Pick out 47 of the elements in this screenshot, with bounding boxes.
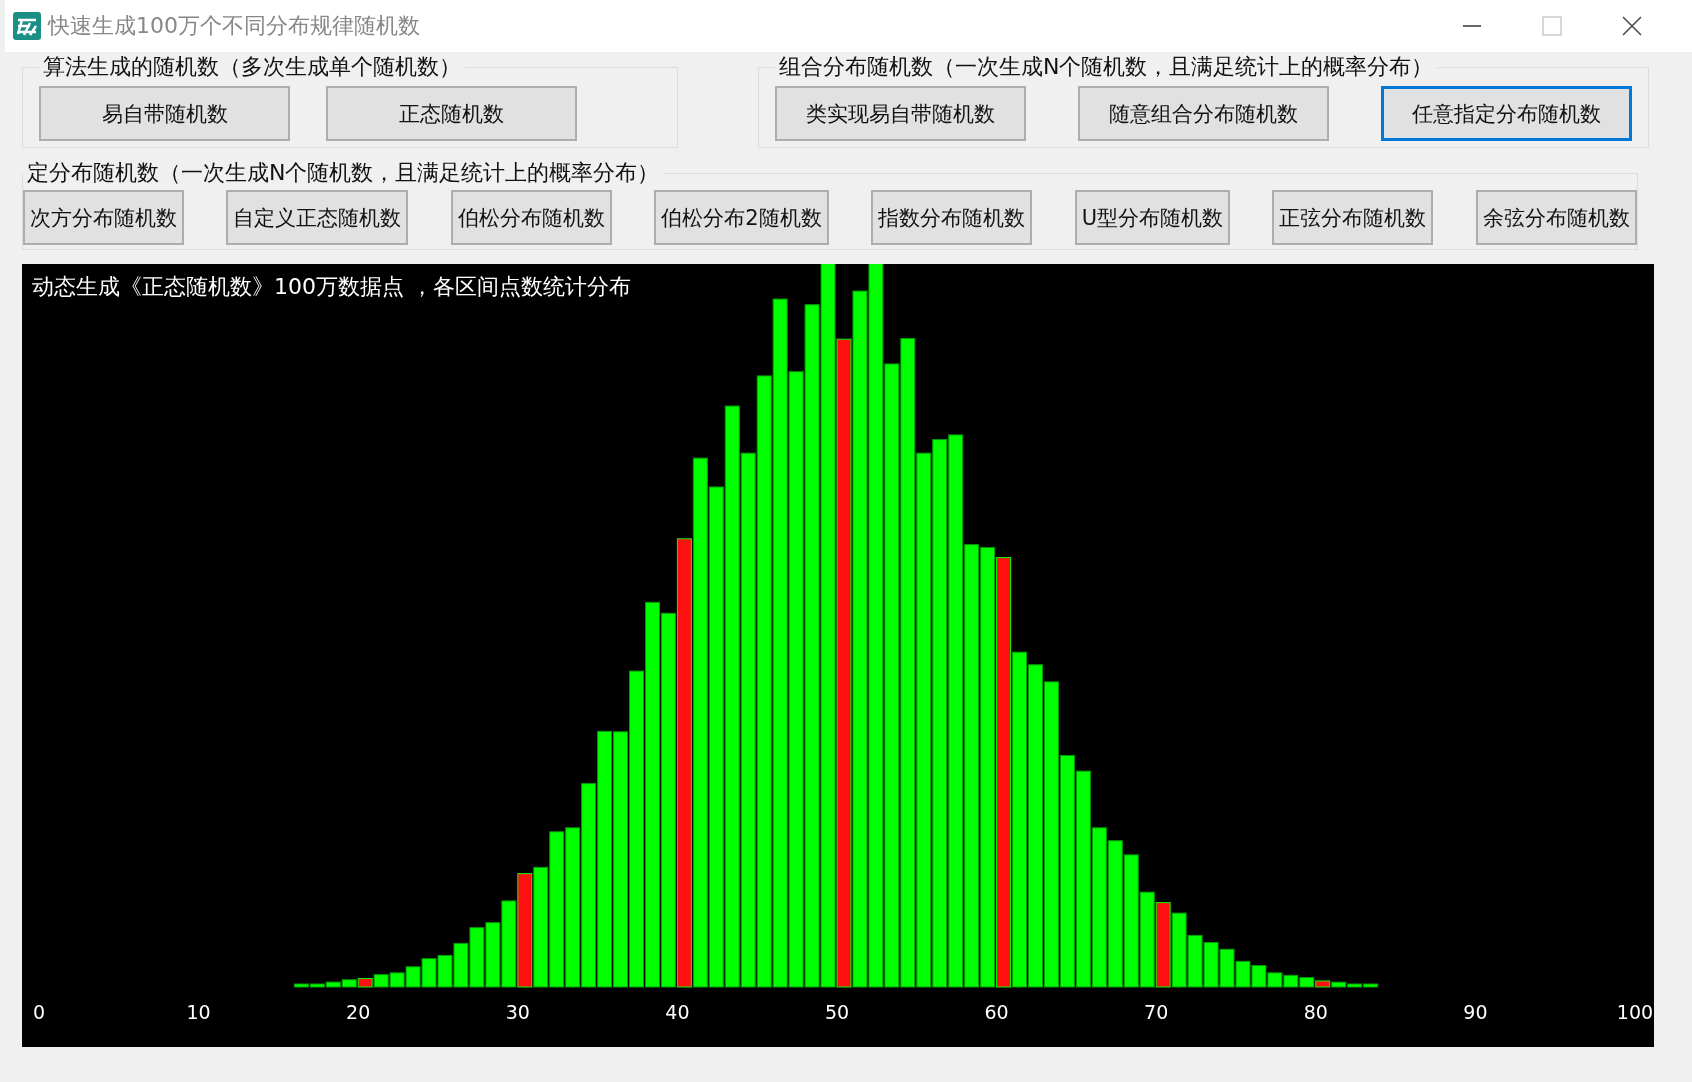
group-title: 算法生成的随机数（多次生成单个随机数） [42, 53, 462, 81]
histogram-bar [1299, 977, 1315, 988]
histogram-bar [341, 979, 357, 988]
generate-button[interactable]: 伯松分布随机数 [450, 190, 612, 245]
generate-button[interactable]: 次方分布随机数 [23, 190, 184, 245]
group-title: 组合分布随机数（一次生成N个随机数，且满足统计上的概率分布） [778, 53, 1435, 81]
axis-label: 40 [665, 1001, 690, 1023]
generate-button[interactable]: 任意指定分布随机数 [1381, 86, 1632, 141]
generate-button[interactable]: 随意组合分布随机数 [1078, 86, 1329, 141]
close-icon[interactable] [1622, 16, 1642, 36]
generate-button[interactable]: 正态随机数 [326, 86, 577, 141]
group-title: 定分布随机数（一次生成N个随机数，且满足统计上的概率分布） [26, 159, 661, 187]
app-logo-icon [12, 11, 42, 41]
histogram-bar [405, 966, 421, 988]
axis-label: 70 [1144, 1001, 1169, 1023]
generate-button[interactable]: U型分布随机数 [1074, 190, 1230, 245]
axis-label: 20 [346, 1001, 371, 1023]
histogram-bar [1283, 974, 1299, 988]
generate-button[interactable]: 正弦分布随机数 [1272, 190, 1434, 245]
generate-button[interactable]: 伯松分布2随机数 [654, 190, 829, 245]
axis-label: 60 [984, 1001, 1009, 1023]
histogram-bar [485, 922, 501, 988]
generate-button[interactable]: 余弦分布随机数 [1475, 190, 1637, 245]
histogram-bar [1187, 934, 1203, 988]
histogram-bar [373, 974, 389, 988]
window-title: 快速生成100万个不同分布规律随机数 [48, 12, 421, 40]
histogram-bar [453, 942, 469, 988]
histogram-bar [469, 927, 485, 988]
axis-label: 100 [1616, 1001, 1654, 1023]
axis-label: 50 [824, 1001, 850, 1023]
axis-label: 10 [186, 1001, 211, 1023]
generate-button[interactable]: 指数分布随机数 [871, 190, 1033, 245]
histogram-bar [1203, 942, 1219, 988]
generate-button[interactable]: 类实现易自带随机数 [775, 86, 1026, 141]
histogram-bar [1235, 960, 1251, 988]
axis-label: 90 [1463, 1001, 1488, 1023]
axis-label: 30 [505, 1001, 530, 1023]
axis-label: 0 [32, 1001, 46, 1023]
histogram-bar [437, 954, 453, 988]
histogram-bar [389, 972, 405, 988]
histogram-bar [421, 958, 437, 988]
generate-button[interactable]: 自定义正态随机数 [226, 190, 409, 245]
axis-label: 80 [1303, 1001, 1328, 1023]
generate-button[interactable]: 易自带随机数 [39, 86, 290, 141]
histogram-bar [1219, 948, 1235, 988]
chart-title: 动态生成《正态随机数》100万数据点 ，各区间点数统计分布 [32, 273, 631, 301]
histogram-bar [357, 977, 373, 988]
